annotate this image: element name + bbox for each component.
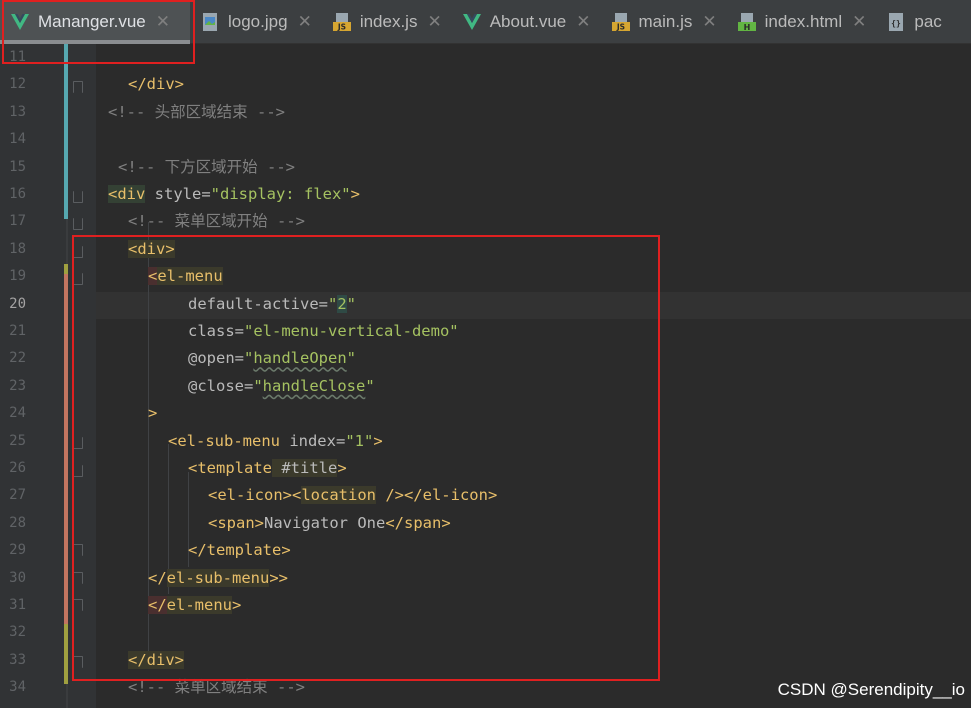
line-number: 22 — [9, 350, 26, 367]
tab-about-vue[interactable]: About.vue ✕ — [452, 0, 601, 44]
json-file-icon: {} — [886, 12, 906, 32]
code-comment: <!-- 下方区域开始 --> — [118, 157, 295, 176]
close-icon[interactable]: ✕ — [298, 12, 312, 32]
fold-start-icon[interactable] — [73, 218, 83, 230]
tab-label: main.js — [638, 12, 693, 31]
line-number: 16 — [9, 186, 26, 202]
code-line-16: <div style="display: flex"> — [108, 181, 360, 208]
change-marker-bar — [64, 264, 68, 274]
vue-file-icon — [462, 12, 482, 32]
image-file-icon — [200, 12, 220, 32]
code-token: "display: flex" — [210, 185, 351, 203]
line-number: 24 — [9, 405, 26, 422]
svg-text:{}: {} — [892, 19, 902, 28]
code-line-13: <!-- 头部区域结束 --> — [108, 99, 285, 126]
change-marker-bar — [64, 624, 68, 684]
tab-package-json[interactable]: {} pac — [876, 0, 942, 44]
code-line-15: <!-- 下方区域开始 --> — [118, 154, 295, 181]
code-token: > — [350, 185, 360, 203]
line-number: 17 — [9, 213, 26, 230]
line-number: 28 — [9, 514, 26, 531]
line-number: 23 — [9, 377, 26, 394]
line-number: 15 — [9, 158, 26, 175]
tab-label: index.js — [359, 12, 418, 31]
tab-label: pac — [914, 12, 942, 31]
watermark: CSDN @Serendipity__io — [777, 680, 965, 699]
line-number: 25 — [9, 432, 26, 449]
tab-logo-jpg[interactable]: logo.jpg ✕ — [190, 0, 322, 44]
line-number: 31 — [9, 597, 26, 613]
code-comment: <!-- 菜单区域开始 --> — [128, 212, 305, 231]
svg-text:JS: JS — [615, 23, 624, 32]
line-number: 13 — [9, 103, 26, 120]
line-number: 26 — [9, 460, 26, 476]
tab-label: logo.jpg — [228, 12, 288, 31]
html-file-icon: H — [737, 12, 757, 32]
code-line-12: </div> — [128, 71, 184, 98]
line-number: 12 — [9, 76, 26, 93]
annotation-box-tab — [2, 0, 195, 64]
line-number: 14 — [9, 131, 26, 148]
change-marker-bar — [64, 44, 68, 219]
close-icon[interactable]: ✕ — [702, 12, 716, 32]
annotation-box-code — [72, 235, 660, 681]
line-number-current: 20 — [9, 295, 26, 312]
tab-index-js[interactable]: JS index.js ✕ — [322, 0, 452, 44]
line-number: 18 — [9, 240, 26, 257]
close-icon[interactable]: ✕ — [576, 12, 590, 32]
line-number: 30 — [9, 569, 26, 586]
fold-end-icon[interactable] — [73, 81, 83, 93]
tab-main-js[interactable]: JS main.js ✕ — [601, 0, 727, 44]
change-marker-bar — [64, 274, 68, 624]
line-number: 33 — [9, 651, 26, 668]
tab-label: About.vue — [489, 12, 567, 31]
js-file-icon: JS — [332, 12, 352, 32]
fold-start-icon[interactable] — [73, 191, 83, 203]
code-line-17: <!-- 菜单区域开始 --> — [128, 208, 305, 235]
js-file-icon: JS — [611, 12, 631, 32]
code-token: <div — [108, 185, 146, 203]
tab-label: index.html — [764, 12, 843, 31]
svg-text:JS: JS — [337, 23, 346, 32]
code-token: </div> — [128, 75, 184, 94]
line-number: 32 — [9, 624, 26, 641]
close-icon[interactable]: ✕ — [427, 12, 441, 32]
line-number: 29 — [9, 542, 26, 559]
line-number: 34 — [9, 679, 26, 696]
tab-index-html[interactable]: H index.html ✕ — [727, 0, 877, 44]
close-icon[interactable]: ✕ — [852, 12, 866, 32]
line-number: 19 — [9, 268, 26, 285]
svg-text:H: H — [743, 23, 750, 32]
line-number: 21 — [9, 323, 26, 339]
code-token: style= — [145, 185, 211, 203]
code-comment: <!-- 头部区域结束 --> — [108, 102, 285, 121]
line-number: 27 — [9, 487, 26, 504]
